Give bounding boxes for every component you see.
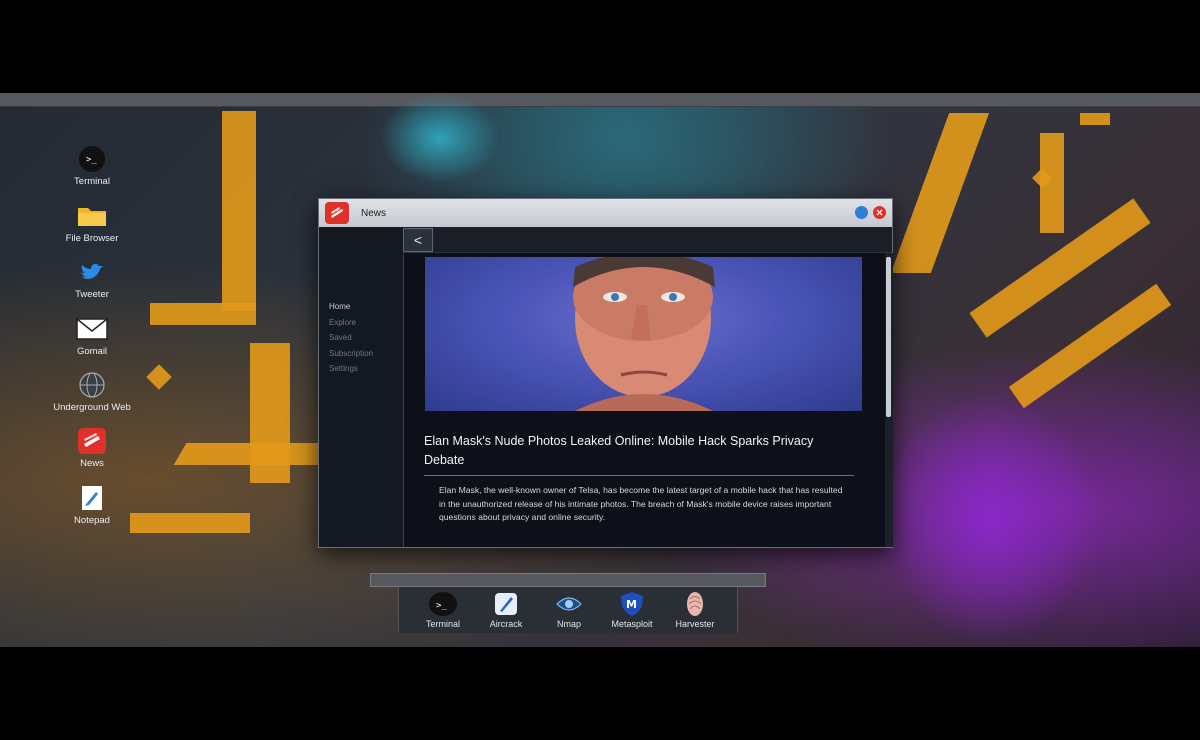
desktop-icon-gomail[interactable]: Gomail — [44, 315, 140, 357]
window-title: News — [361, 207, 387, 219]
nav-item-explore[interactable]: Explore — [319, 315, 403, 331]
desktop-icon-underground-web[interactable]: Underground Web — [44, 371, 140, 413]
article-view: Elan Mask's Nude Photos Leaked Online: M… — [403, 253, 885, 547]
nav-item-saved[interactable]: Saved — [319, 330, 403, 346]
svg-text:>_: >_ — [436, 601, 447, 611]
terminal-icon: >_ — [428, 590, 458, 618]
dock-item-label: Harvester — [675, 619, 715, 629]
desktop: >_ Terminal File Browser Tweeter Gomail … — [0, 93, 1200, 647]
terminal-icon: >_ — [76, 145, 108, 173]
svg-text:>_: >_ — [86, 155, 97, 165]
dock-item-label: Aircrack — [489, 619, 523, 629]
dock-item-metasploit[interactable]: M Metasploit — [601, 590, 663, 629]
article-photo — [425, 257, 862, 411]
news-app-icon — [325, 202, 349, 224]
top-panel — [0, 93, 1200, 107]
desktop-icon-tweeter[interactable]: Tweeter — [44, 258, 140, 300]
scrollbar-thumb[interactable] — [886, 257, 891, 417]
news-icon — [76, 427, 108, 455]
eye-icon — [554, 590, 584, 618]
notepad-icon — [76, 484, 108, 512]
article-summary: Elan Mask, the well-known owner of Telsa… — [439, 485, 843, 523]
dock: >_ Terminal Aircrack Nmap M Metasploit H… — [398, 587, 738, 633]
dock-item-terminal[interactable]: >_ Terminal — [412, 590, 474, 629]
globe-icon — [76, 371, 108, 399]
scrollbar[interactable] — [885, 253, 893, 547]
news-window: News Home Explore Saved Subscription Set… — [318, 198, 893, 548]
svg-text:M: M — [626, 598, 637, 611]
desktop-icon-label: File Browser — [65, 233, 119, 244]
desktop-icon-news[interactable]: News — [44, 427, 140, 469]
bird-icon — [76, 258, 108, 286]
article-headline[interactable]: Elan Mask's Nude Photos Leaked Online: M… — [424, 432, 844, 470]
toolbar: < — [403, 227, 892, 253]
shield-icon: M — [617, 590, 647, 618]
mail-icon — [76, 315, 108, 343]
dock-item-aircrack[interactable]: Aircrack — [475, 590, 537, 629]
desktop-icon-notepad[interactable]: Notepad — [44, 484, 140, 526]
divider — [424, 475, 854, 476]
nav-item-settings[interactable]: Settings — [319, 361, 403, 377]
desktop-icon-terminal[interactable]: >_ Terminal — [44, 145, 140, 187]
close-button[interactable] — [873, 206, 886, 219]
dock-bar — [370, 573, 766, 587]
back-button[interactable]: < — [403, 228, 433, 252]
nav-item-subscription[interactable]: Subscription — [319, 346, 403, 362]
nav-item-home[interactable]: Home — [319, 299, 403, 315]
desktop-icon-label: Gomail — [76, 346, 108, 357]
dock-item-label: Terminal — [425, 619, 460, 629]
desktop-icon-file-browser[interactable]: File Browser — [44, 202, 140, 244]
desktop-icon-label: Terminal — [74, 176, 110, 187]
aircrack-icon — [491, 590, 521, 618]
folder-icon — [76, 202, 108, 230]
fingerprint-icon — [680, 590, 710, 618]
desktop-icon-label: Notepad — [74, 515, 110, 526]
minimize-button[interactable] — [855, 206, 868, 219]
sidebar: Home Explore Saved Subscription Settings — [319, 227, 403, 547]
dock-item-harvester[interactable]: Harvester — [664, 590, 726, 629]
window-body: Home Explore Saved Subscription Settings… — [319, 227, 893, 547]
close-icon — [876, 209, 883, 216]
desktop-icon-label: Tweeter — [75, 289, 109, 300]
dock-item-label: Metasploit — [611, 619, 653, 629]
desktop-icon-label: Underground Web — [53, 402, 131, 413]
window-titlebar[interactable]: News — [319, 199, 892, 227]
dock-item-label: Nmap — [556, 619, 581, 629]
dock-item-nmap[interactable]: Nmap — [538, 590, 600, 629]
desktop-icon-label: News — [80, 458, 104, 469]
